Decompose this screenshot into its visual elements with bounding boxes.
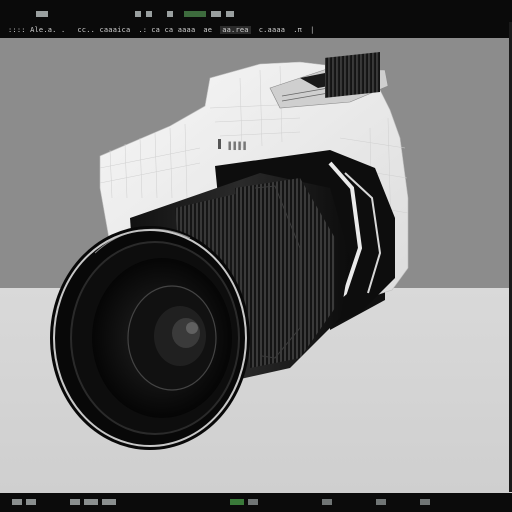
3d-viewport[interactable]: ▐▐▐▐ [0,38,512,493]
status-icon-7[interactable] [248,499,258,505]
tool-icon-3[interactable] [146,11,152,17]
tool-icon-1[interactable] [36,11,48,17]
status-icon-10[interactable] [420,499,430,505]
status-icon-4[interactable] [84,499,98,505]
camera-body-label: ▐▐▐▐ [226,141,246,151]
tool-icon-5[interactable] [184,11,206,17]
status-icon-8[interactable] [322,499,332,505]
tool-icon-6[interactable] [211,11,221,17]
status-right-icons [230,499,434,505]
menu-item-6[interactable]: aa.rea [220,26,251,34]
status-icon-1[interactable] [12,499,22,505]
menu-item-1[interactable]: :::: Ale.a. . [8,26,65,34]
toolbar-icons [36,9,239,19]
status-icon-5[interactable] [102,499,116,505]
menu-bar: :::: Ale.a. . cc.. caaaica .: ca ca aaaa… [0,22,512,38]
status-icon-6[interactable] [230,499,244,505]
front-lens [50,226,250,450]
menu-item-5[interactable]: ae [203,26,212,34]
menu-item-8[interactable]: .π [293,26,302,34]
status-icon-3[interactable] [70,499,80,505]
status-left-icons [12,499,120,505]
menu-item-7[interactable]: c.aaaa [259,26,286,34]
menu-item-3[interactable]: .: [138,26,147,34]
top-toolbar: :::: Ale.a. . cc.. caaaica .: ca ca aaaa… [0,0,512,38]
menu-item-2[interactable]: cc.. caaaica [77,26,130,34]
tool-icon-2[interactable] [135,11,141,17]
camera-model[interactable]: ▐▐▐▐ [0,38,512,493]
status-bar [0,493,512,512]
menu-item-9[interactable]: | [310,26,314,34]
status-icon-2[interactable] [26,499,36,505]
menu-item-4[interactable]: ca ca aaaa [151,26,195,34]
status-icon-9[interactable] [376,499,386,505]
tool-icon-4[interactable] [167,11,173,17]
tool-icon-7[interactable] [226,11,234,17]
